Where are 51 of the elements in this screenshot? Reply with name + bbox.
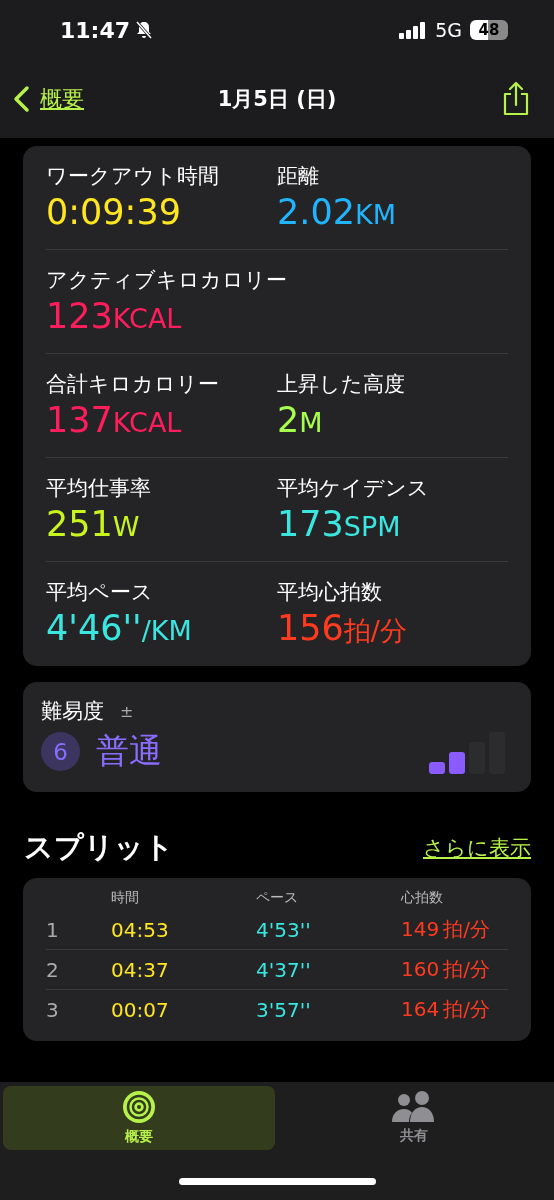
metric-label: 上昇した高度 [277, 371, 406, 398]
signal-icon [399, 21, 428, 39]
adjust-icon[interactable]: ± [120, 701, 134, 721]
people-icon [391, 1091, 437, 1123]
metric-value: 156拍/分 [277, 607, 408, 650]
metric-label: アクティブキロカロリー [46, 267, 288, 294]
rings-icon [122, 1090, 156, 1124]
split-heart-rate: 149 拍/分 [401, 916, 490, 943]
metric-value: 251W [46, 503, 141, 546]
metric-value: 2 M [277, 399, 324, 442]
column-header: 時間 [111, 889, 140, 907]
difficulty-rating: 普通 [96, 730, 162, 772]
split-heart-rate: 160 拍/分 [401, 956, 490, 983]
network-label: 5G [435, 19, 462, 41]
split-pace: 3'57'' [256, 997, 312, 1022]
split-pace: 4'37'' [256, 957, 312, 982]
split-heart-rate: 164 拍/分 [401, 996, 490, 1023]
split-time: 04:53 [111, 917, 170, 942]
split-pace: 4'53'' [256, 917, 312, 942]
metric-value: 137KCAL [46, 399, 183, 442]
share-icon[interactable] [502, 81, 530, 117]
section-title: スプリット [24, 829, 174, 866]
difficulty-label: 難易度 [41, 698, 104, 725]
metric-label: 平均仕事率 [46, 475, 152, 502]
metric-label: 平均ケイデンス [277, 475, 430, 502]
metric-value: 0:09:39 [46, 191, 182, 234]
metric-label: ワークアウト時間 [46, 163, 220, 190]
difficulty-score: 6 [41, 732, 80, 771]
split-number: 3 [46, 997, 60, 1022]
tab[interactable]: 概要 [3, 1086, 275, 1150]
metric-value: 2.02KM [277, 191, 397, 234]
back-link[interactable]: 概要 [40, 84, 84, 114]
split-number: 2 [46, 957, 60, 982]
split-number: 1 [46, 917, 60, 942]
nav-title: 1月5日 (日) [217, 87, 337, 111]
metric-value: 173SPM [277, 503, 402, 546]
tab[interactable]: 共有 [278, 1086, 550, 1150]
metric-label: 距離 [277, 163, 320, 190]
column-header: ペース [256, 889, 299, 907]
split-time: 00:07 [111, 997, 170, 1022]
back-chevron-icon[interactable] [12, 85, 30, 113]
metric-value: 123KCAL [46, 295, 183, 338]
clock: 11:47 [60, 17, 131, 43]
metric-label: 平均ペース [46, 579, 154, 606]
metric-label: 合計キロカロリー [46, 371, 220, 398]
show-more-link[interactable]: さらに表示 [423, 834, 531, 862]
metric-value: 4'46''/KM [46, 607, 193, 650]
metric-label: 平均心拍数 [277, 579, 383, 606]
bell-slash-icon [134, 20, 155, 40]
column-header: 心拍数 [401, 889, 443, 907]
split-time: 04:37 [111, 957, 170, 982]
